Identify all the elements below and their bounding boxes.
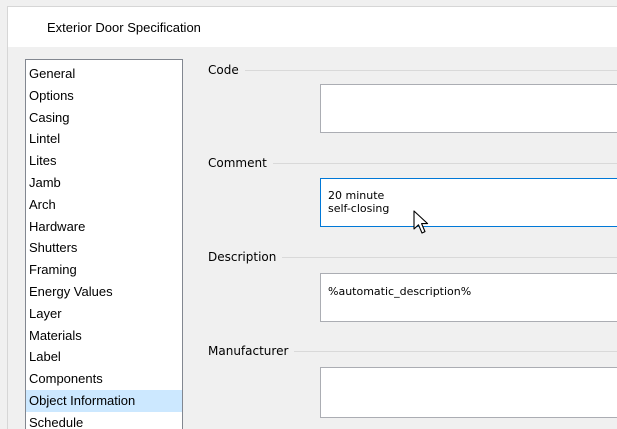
category-item-hardware[interactable]: Hardware [26,216,182,238]
code-group-label: Code [208,63,245,77]
category-list[interactable]: General Options Casing Lintel Lites Jamb… [25,59,183,429]
description-field[interactable]: %automatic_description% [320,273,617,322]
dialog-title: Exterior Door Specification [47,20,201,35]
category-item-schedule[interactable]: Schedule [26,412,182,429]
category-item-general[interactable]: General [26,63,182,85]
category-item-components[interactable]: Components [26,368,182,390]
description-group-label: Description [208,250,283,264]
category-item-energy-values[interactable]: Energy Values [26,281,182,303]
category-item-arch[interactable]: Arch [26,194,182,216]
code-field[interactable] [320,84,617,133]
category-item-options[interactable]: Options [26,85,182,107]
mouse-pointer-icon [413,210,429,234]
category-item-layer[interactable]: Layer [26,303,182,325]
manufacturer-field[interactable] [320,367,617,418]
comment-field[interactable]: 20 minute self-closing [320,178,617,227]
dialog-left-border [7,6,8,429]
category-item-lintel[interactable]: Lintel [26,128,182,150]
category-item-object-information[interactable]: Object Information [26,389,182,412]
code-group-line [208,70,617,71]
category-item-casing[interactable]: Casing [26,107,182,129]
manufacturer-group-label: Manufacturer [208,344,295,358]
comment-group-label: Comment [208,156,273,170]
category-item-jamb[interactable]: Jamb [26,172,182,194]
category-item-shutters[interactable]: Shutters [26,237,182,259]
category-item-label[interactable]: Label [26,346,182,368]
title-bar[interactable]: Exterior Door Specification [8,7,617,47]
category-item-materials[interactable]: Materials [26,325,182,347]
exterior-door-specification-dialog: Exterior Door Specification General Opti… [0,0,617,429]
category-item-framing[interactable]: Framing [26,259,182,281]
category-item-lites[interactable]: Lites [26,150,182,172]
